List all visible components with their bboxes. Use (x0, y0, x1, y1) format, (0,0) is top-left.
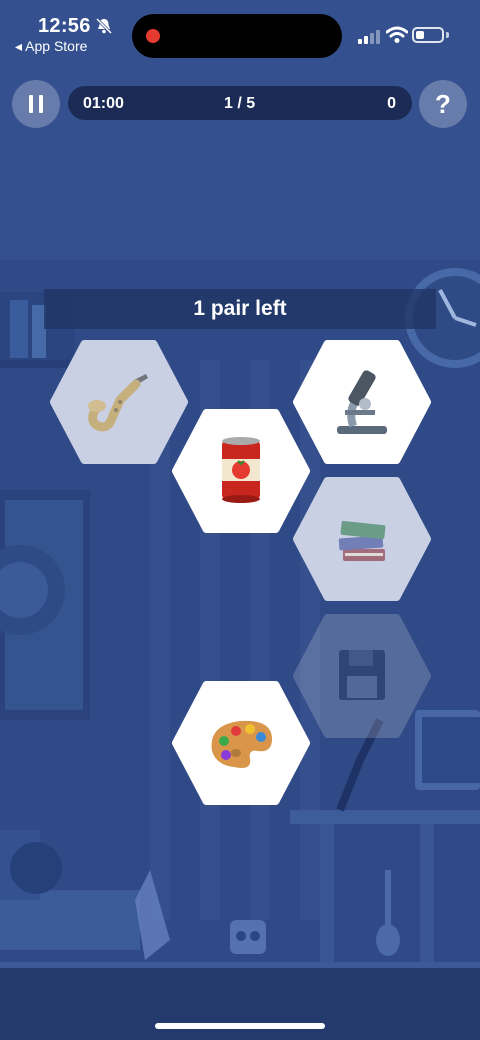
clock-time: 12:56 (38, 15, 91, 37)
back-to-app-store-link[interactable]: ◂ App Store (15, 38, 87, 55)
wifi-icon (386, 26, 408, 43)
game-status-bar: 01:00 1 / 5 0 (68, 86, 412, 120)
round-progress: 1 / 5 (224, 95, 256, 112)
tile-floppy-disk (293, 614, 431, 738)
tile-paint-palette[interactable] (172, 681, 310, 805)
paint-palette-icon (211, 720, 272, 768)
books-icon (338, 520, 386, 561)
microscope-icon (337, 370, 387, 434)
pairs-left-text: 1 pair left (193, 297, 287, 320)
timer: 01:00 (83, 95, 124, 112)
tomato-can-icon (222, 437, 260, 503)
bell-muted-icon (95, 17, 113, 35)
help-button[interactable]: ? (419, 80, 467, 128)
home-indicator[interactable] (155, 1023, 325, 1029)
tile-saxophone[interactable] (50, 340, 188, 464)
recording-indicator-icon (146, 29, 160, 43)
battery-icon (412, 27, 444, 43)
help-label: ? (435, 88, 451, 119)
tile-tomato-can[interactable] (172, 409, 310, 533)
battery-level (416, 31, 424, 39)
pause-icon (29, 95, 33, 113)
status-bar: 12:56 ◂ App Store (0, 0, 480, 62)
battery-cap (446, 32, 449, 38)
pause-button[interactable] (12, 80, 60, 128)
pairs-left-banner: 1 pair left (44, 289, 436, 329)
cellular-signal-icon (358, 30, 380, 44)
tile-books[interactable] (293, 477, 431, 601)
tile-microscope[interactable] (293, 340, 431, 464)
score: 0 (387, 95, 396, 112)
saxophone-icon (88, 374, 148, 432)
floppy-disk-icon (339, 650, 385, 700)
dynamic-island (132, 14, 342, 58)
